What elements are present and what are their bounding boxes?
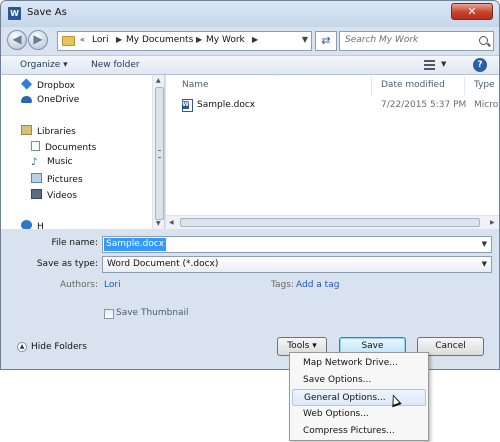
back-button[interactable]: ◀ (7, 30, 27, 50)
refresh-icon[interactable]: ⇄ (315, 31, 337, 51)
chevron-down-icon[interactable]: ▼ (482, 260, 487, 268)
command-toolbar: Organize ▾ New folder ▼ ? (1, 55, 499, 75)
column-header-date[interactable]: Date modified (381, 80, 445, 90)
forward-button[interactable]: ▶ (28, 30, 48, 50)
search-icon[interactable] (479, 36, 488, 45)
word-document-icon (182, 99, 193, 112)
videos-icon (31, 189, 42, 199)
tags-label: Tags: (271, 280, 294, 290)
music-icon: ♪ (31, 157, 38, 168)
hide-folders-button[interactable]: Hide Folders (31, 342, 87, 352)
save-thumbnail-label[interactable]: Save Thumbnail (116, 308, 189, 318)
nav-scroll-thumb[interactable] (155, 87, 164, 220)
pictures-icon (31, 173, 42, 183)
help-icon[interactable]: ? (473, 58, 487, 72)
address-bar[interactable]: « Lori ▶ My Documents ▶ My Work ▶ ▼ (57, 31, 312, 51)
view-dropdown-icon[interactable]: ▼ (441, 60, 446, 68)
save-form: File name: Sample.docx ▼ Save as type: W… (1, 229, 499, 369)
path-prefix[interactable]: « (80, 35, 85, 44)
file-type: Micro (474, 100, 499, 110)
change-view-icon[interactable] (424, 60, 435, 70)
filename-label: File name: (51, 238, 98, 248)
column-divider[interactable] (464, 77, 465, 95)
word-app-icon: W (8, 7, 21, 20)
homegroup-icon (21, 220, 32, 229)
tools-menu: Map Network Drive... Save Options... Gen… (289, 352, 429, 441)
file-list: Name ^ Date modified Type Sample.docx 7/… (166, 75, 499, 229)
scroll-left-icon[interactable]: ◀ (169, 219, 174, 226)
column-divider[interactable] (371, 77, 372, 95)
authors-label: Authors: (59, 280, 98, 290)
save-thumbnail-checkbox[interactable] (104, 309, 114, 319)
dropbox-icon (20, 78, 33, 90)
file-row[interactable]: Sample.docx 7/22/2015 5:37 PM Micro (166, 97, 499, 113)
nav-item-videos[interactable]: Videos (31, 189, 77, 203)
authors-field[interactable]: Lori (104, 280, 121, 290)
column-header-name[interactable]: Name (182, 80, 209, 90)
breadcrumb-lori[interactable]: Lori (92, 35, 109, 45)
file-horizontal-scrollbar[interactable]: ◀ ▶ (166, 215, 499, 229)
tags-field[interactable]: Add a tag (296, 280, 339, 290)
nav-item-pictures[interactable]: Pictures (31, 173, 83, 187)
savetype-value: Word Document (*.docx) (107, 259, 219, 269)
column-header-type[interactable]: Type (474, 80, 495, 90)
menu-item-general-options[interactable]: General Options... (292, 389, 426, 406)
menu-item-web-options[interactable]: Web Options... (292, 406, 426, 423)
scroll-down-icon[interactable]: ▼ (156, 220, 161, 227)
breadcrumb-separator-icon[interactable]: ▶ (196, 35, 202, 44)
nav-item-documents[interactable]: Documents (31, 141, 96, 155)
scroll-up-icon[interactable]: ▲ (156, 77, 161, 84)
nav-item-music[interactable]: ♪ Music (31, 157, 73, 171)
documents-icon (31, 141, 40, 151)
breadcrumb-my-work[interactable]: My Work (206, 35, 245, 45)
grip-icon (158, 150, 161, 158)
save-as-dialog: W Save As ✕ ◀ ▶ « Lori ▶ My Documents ▶ … (0, 0, 500, 370)
breadcrumb-separator-icon[interactable]: ▶ (252, 35, 258, 44)
menu-item-compress-pictures[interactable]: Compress Pictures... (292, 423, 426, 440)
nav-item-libraries[interactable]: Libraries (21, 125, 76, 139)
sort-ascending-icon: ^ (272, 75, 278, 81)
dialog-title: Save As (27, 7, 67, 18)
file-date: 7/22/2015 5:37 PM (381, 100, 467, 110)
hide-folders-icon[interactable]: ▲ (17, 342, 27, 352)
breadcrumb-separator-icon[interactable]: ▶ (116, 35, 122, 44)
address-dropdown-icon[interactable]: ▼ (302, 35, 308, 44)
menu-item-map-network-drive[interactable]: Map Network Drive... (292, 355, 426, 372)
new-folder-button[interactable]: New folder (91, 60, 140, 70)
scroll-right-icon[interactable]: ▶ (490, 219, 495, 226)
search-input[interactable]: Search My Work (339, 31, 494, 51)
savetype-select[interactable]: Word Document (*.docx) ▼ (102, 256, 492, 273)
file-scroll-thumb[interactable] (180, 218, 480, 227)
savetype-label: Save as type: (36, 259, 98, 269)
nav-item-dropbox[interactable]: Dropbox (20, 78, 75, 93)
menu-item-save-options[interactable]: Save Options... (292, 372, 426, 389)
breadcrumb-my-documents[interactable]: My Documents (126, 35, 193, 45)
folder-icon (62, 36, 75, 46)
title-bar: W Save As ✕ (1, 1, 499, 27)
nav-scrollbar[interactable]: ▲ ▼ (152, 75, 164, 229)
nav-item-onedrive[interactable]: OneDrive (21, 94, 79, 108)
close-button[interactable]: ✕ (451, 3, 493, 20)
filename-value: Sample.docx (104, 238, 167, 251)
filename-input[interactable]: Sample.docx ▼ (102, 236, 492, 253)
onedrive-icon (21, 96, 32, 103)
search-placeholder: Search My Work (345, 35, 419, 45)
organize-button[interactable]: Organize ▾ (20, 60, 68, 70)
libraries-icon (21, 125, 32, 135)
navigation-pane: Dropbox OneDrive Libraries Documents ♪ Mu… (1, 75, 165, 229)
navigation-bar: ◀ ▶ « Lori ▶ My Documents ▶ My Work ▶ ▼ … (1, 27, 499, 55)
nav-item-homegroup[interactable]: H (21, 220, 44, 229)
file-name: Sample.docx (197, 100, 256, 110)
chevron-down-icon[interactable]: ▼ (482, 240, 487, 248)
